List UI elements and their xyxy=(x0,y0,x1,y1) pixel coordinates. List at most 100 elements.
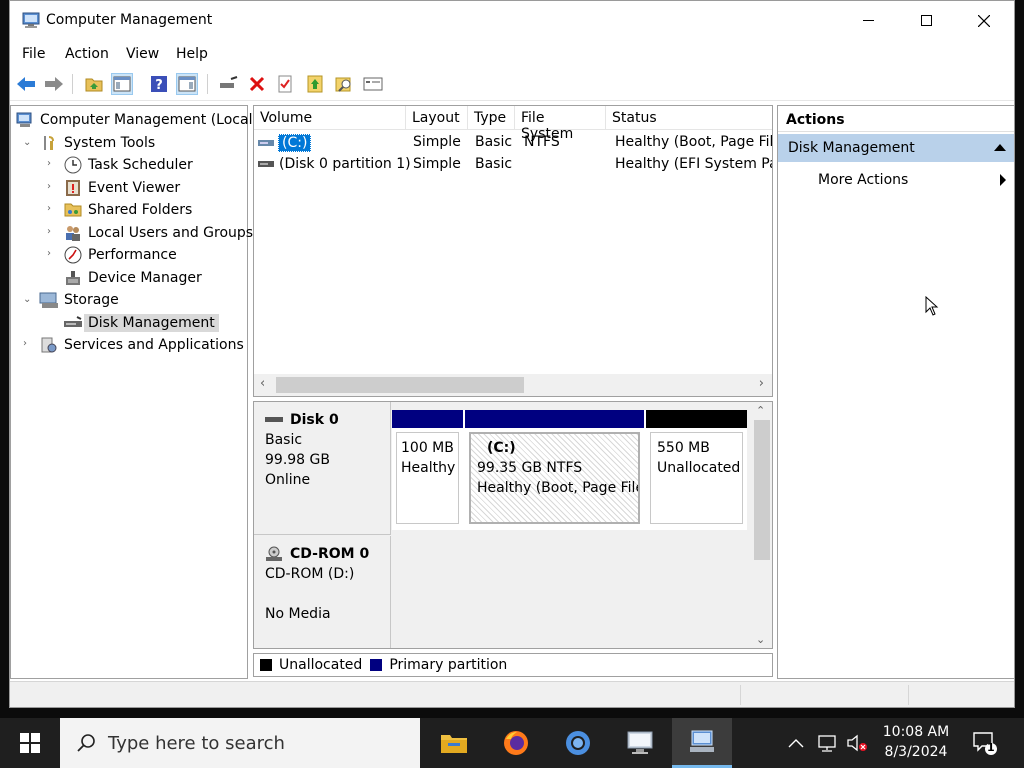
partition-unallocated[interactable]: 550 MB Unallocated xyxy=(646,410,747,530)
file-explorer-taskbar-button[interactable] xyxy=(424,718,484,768)
tree-item-performance[interactable]: › Performance xyxy=(47,244,177,266)
console-tree-icon xyxy=(113,76,131,92)
chevron-down-icon[interactable]: ⌄ xyxy=(23,294,35,306)
show-hidden-icons-button[interactable] xyxy=(788,718,804,768)
browser-taskbar-button[interactable] xyxy=(548,718,608,768)
tree-item-services-and-applications[interactable]: › Services and Applications xyxy=(23,334,244,356)
scroll-up-icon[interactable]: ⌃ xyxy=(756,404,765,417)
svg-text:?: ? xyxy=(155,78,163,93)
more-actions-item[interactable]: More Actions xyxy=(818,172,908,188)
column-header-layout[interactable]: Layout xyxy=(406,106,468,130)
partition-size: 100 MB xyxy=(401,440,454,456)
tree-label: Computer Management (Local) xyxy=(40,112,258,128)
tree-item-system-tools[interactable]: ⌄ System Tools xyxy=(23,132,155,154)
status-bar xyxy=(10,681,1014,707)
cdrom-icon xyxy=(266,546,282,561)
tree-item-event-viewer[interactable]: › Event Viewer xyxy=(47,177,180,199)
column-header-file-system[interactable]: File System xyxy=(515,106,606,142)
chevron-right-icon[interactable]: › xyxy=(23,338,35,350)
column-header-type[interactable]: Type xyxy=(468,106,515,130)
unallocated-swatch xyxy=(260,659,272,671)
action-center-button[interactable]: 1 xyxy=(972,718,998,768)
find-button[interactable] xyxy=(333,73,355,95)
remote-desktop-taskbar-button[interactable] xyxy=(610,718,670,768)
services-icon xyxy=(39,335,59,355)
export-button[interactable] xyxy=(304,73,326,95)
table-row[interactable]: (Disk 0 partition 1) Simple Basic Health… xyxy=(254,153,772,175)
back-button[interactable] xyxy=(15,73,37,95)
submenu-arrow-icon[interactable] xyxy=(1000,174,1006,186)
table-row[interactable]: (C:) Simple Basic NTFS Healthy (Boot, Pa… xyxy=(254,131,772,153)
scroll-thumb[interactable] xyxy=(754,420,770,560)
properties-button[interactable] xyxy=(274,73,296,95)
menu-view[interactable]: View xyxy=(126,46,159,62)
tree-item-local-users-and-groups[interactable]: › Local Users and Groups xyxy=(47,222,253,244)
windows-logo-icon xyxy=(20,733,40,753)
tree-item-task-scheduler[interactable]: › Task Scheduler xyxy=(47,154,193,176)
menu-action[interactable]: Action xyxy=(65,46,109,62)
horizontal-scrollbar[interactable]: ‹ › xyxy=(254,374,772,396)
show-hide-action-pane-button[interactable] xyxy=(176,73,198,95)
partition-efi[interactable]: 100 MB Healthy xyxy=(392,410,463,530)
scroll-down-icon[interactable]: ⌄ xyxy=(756,633,765,646)
chevron-right-icon[interactable]: › xyxy=(47,248,59,260)
column-header-volume[interactable]: Volume xyxy=(254,106,406,130)
minimize-button[interactable] xyxy=(839,1,897,40)
minimize-icon xyxy=(862,20,874,21)
cdrom-0-label[interactable]: CD-ROM 0 CD-ROM (D:) No Media xyxy=(254,536,391,648)
partition-c[interactable]: (C:) 99.35 GB NTFS Healthy (Boot, Page F… xyxy=(465,410,644,530)
shared-folder-icon xyxy=(63,200,83,220)
tree-item-disk-management[interactable]: Disk Management xyxy=(63,312,219,334)
show-hide-console-tree-button[interactable] xyxy=(111,73,133,95)
title-bar[interactable]: Computer Management xyxy=(10,1,1014,40)
chevron-down-icon[interactable]: ⌄ xyxy=(23,137,35,149)
volume-type: Basic xyxy=(475,134,513,150)
device-manager-icon xyxy=(63,268,83,288)
network-tray-button[interactable] xyxy=(816,718,838,768)
actions-section-disk-management[interactable]: Disk Management xyxy=(778,134,1014,162)
chevron-right-icon[interactable]: › xyxy=(47,158,59,170)
volume-status: Healthy (EFI System Par xyxy=(615,156,773,172)
start-button[interactable] xyxy=(0,718,60,768)
scroll-thumb[interactable] xyxy=(276,377,524,393)
scroll-left-icon[interactable]: ‹ xyxy=(260,376,265,391)
tree-item-shared-folders[interactable]: › Shared Folders xyxy=(47,199,192,221)
collapse-up-icon[interactable] xyxy=(994,144,1006,151)
vertical-scrollbar[interactable]: ⌃ ⌄ xyxy=(752,402,772,648)
speaker-muted-icon xyxy=(847,734,867,752)
taskbar-clock[interactable]: 10:08 AM 8/3/2024 xyxy=(872,722,960,762)
tree-item-device-manager[interactable]: Device Manager xyxy=(63,267,202,289)
forward-button[interactable] xyxy=(43,73,65,95)
maximize-button[interactable] xyxy=(897,1,955,40)
search-icon xyxy=(77,734,95,752)
chevron-right-icon[interactable]: › xyxy=(47,203,59,215)
volume-layout: Simple xyxy=(413,134,461,150)
console-view-button[interactable] xyxy=(362,73,384,95)
tree-item-computer-management[interactable]: Computer Management (Local) xyxy=(15,109,258,131)
computer-management-taskbar-button[interactable] xyxy=(672,718,732,768)
storage-icon xyxy=(39,290,59,310)
firefox-taskbar-button[interactable] xyxy=(486,718,546,768)
close-button[interactable] xyxy=(955,1,1013,40)
actions-section-label: Disk Management xyxy=(788,140,915,156)
delete-button[interactable] xyxy=(246,73,268,95)
volume-status: Healthy (Boot, Page File xyxy=(615,134,773,150)
tree-label: Shared Folders xyxy=(88,202,193,218)
help-button[interactable]: ? xyxy=(148,73,170,95)
volume-tray-button[interactable] xyxy=(846,718,868,768)
chevron-right-icon[interactable]: › xyxy=(47,226,59,238)
legend-unallocated: Unallocated xyxy=(279,657,363,673)
disk-0-label[interactable]: Disk 0 Basic 99.98 GB Online xyxy=(254,402,391,535)
column-header-status[interactable]: Status xyxy=(606,106,772,130)
menu-help[interactable]: Help xyxy=(176,46,208,62)
connect-button[interactable] xyxy=(217,73,239,95)
taskbar-search-box[interactable]: Type here to search xyxy=(60,718,420,768)
firefox-icon xyxy=(504,731,528,755)
chevron-right-icon[interactable]: › xyxy=(47,181,59,193)
scroll-right-icon[interactable]: › xyxy=(759,376,764,391)
menu-file[interactable]: File xyxy=(22,46,45,62)
up-level-button[interactable] xyxy=(83,73,105,95)
tree-item-storage[interactable]: ⌄ Storage xyxy=(23,289,119,311)
tree-label: Storage xyxy=(64,292,119,308)
disk-type: Basic xyxy=(265,432,303,448)
